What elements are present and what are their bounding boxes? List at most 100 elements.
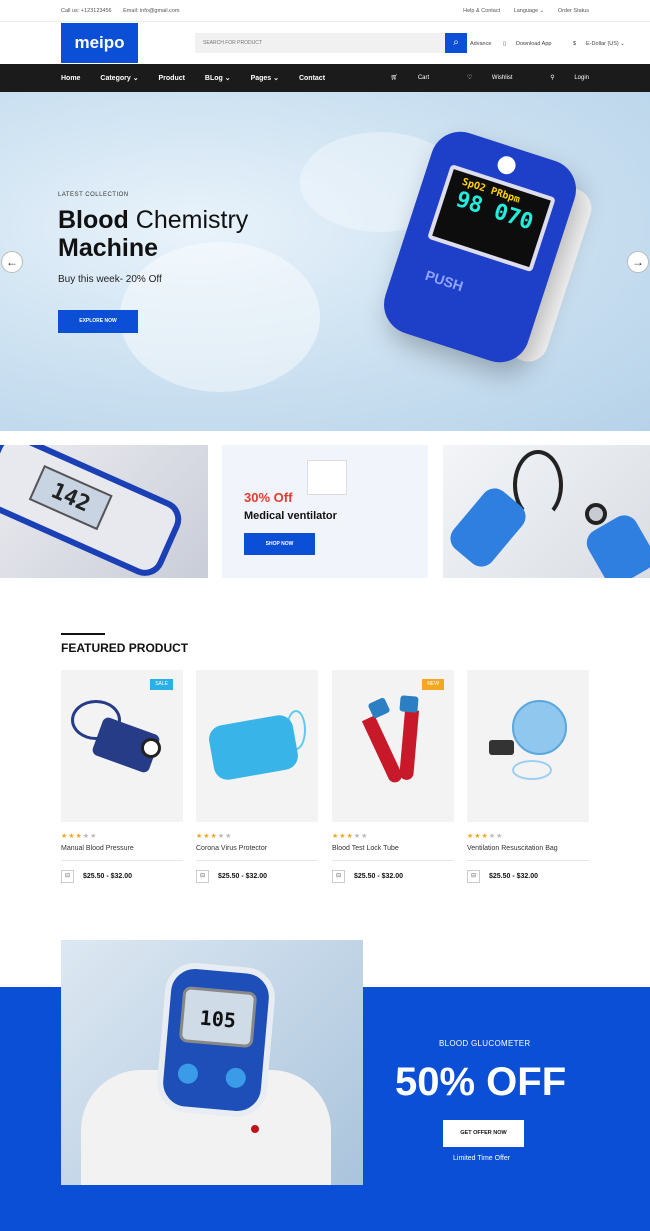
product-name[interactable]: Ventilation Resuscitation Bag <box>467 845 589 861</box>
product-card[interactable]: ★★★★★ Corona Virus Protector ⊟ $25.50 - … <box>196 670 318 884</box>
slider-next-button[interactable]: → <box>627 251 649 273</box>
rating-stars: ★★★★★ <box>332 832 454 840</box>
search-button[interactable]: ⌕ <box>445 33 467 53</box>
new-badge: NEW <box>422 679 444 690</box>
add-to-cart-button[interactable]: ⊟ <box>61 870 74 883</box>
glucometer-device: 105 <box>154 960 278 1120</box>
wishlist-label: Wishlist <box>491 75 513 81</box>
product-card[interactable]: SALE ★★★★★ Manual Blood Pressure ⊟ $25.5… <box>61 670 183 884</box>
heart-icon: ♡ <box>466 75 474 81</box>
product-price: $25.50 - $32.00 <box>218 873 268 880</box>
nav-menu: Home Category ⌄ Product BLog ⌄ Pages ⌄ C… <box>61 74 343 82</box>
cart-label: Cart <box>417 75 430 81</box>
bag-valve <box>489 740 514 755</box>
product-image[interactable]: SALE <box>61 670 183 822</box>
nav-item-home[interactable]: Home <box>61 75 80 82</box>
stethoscope-banner[interactable] <box>443 445 650 578</box>
star-icon: ★★★ <box>332 833 354 840</box>
login-link[interactable]: ⚲ Login <box>532 75 589 81</box>
slider-prev-button[interactable]: ← <box>1 251 23 273</box>
tube-cap <box>399 695 419 713</box>
test-tube <box>361 715 405 785</box>
cart-icon: ⊟ <box>470 873 477 879</box>
cart-link[interactable]: 🛒︎ Cart <box>373 75 430 81</box>
explore-now-button[interactable]: EXPLORE NOW <box>58 310 138 333</box>
arrow-right-icon: → <box>632 255 644 269</box>
product-name[interactable]: Manual Blood Pressure <box>61 845 183 861</box>
email-text: Email: info@gmail.com <box>123 8 180 14</box>
search-input[interactable] <box>195 33 445 53</box>
test-tube <box>398 709 420 781</box>
product-card[interactable]: NEW ★★★★★ Blood Test Lock Tube ⊟ $25.50 … <box>332 670 454 884</box>
banner-product-name: Medical ventilator <box>244 510 337 522</box>
price-row: ⊟ $25.50 - $32.00 <box>196 870 318 884</box>
cart-icon: ⊟ <box>64 873 71 879</box>
glucometer-button <box>224 1067 247 1089</box>
top-bar: Call us: +123123456 Email: info@gmail.co… <box>0 0 650 22</box>
product-image[interactable] <box>467 670 589 822</box>
wishlist-link[interactable]: ♡ Wishlist <box>449 75 513 81</box>
cart-icon: 🛒︎ <box>390 75 400 81</box>
add-to-cart-button[interactable]: ⊟ <box>332 870 345 883</box>
product-image[interactable]: NEW <box>332 670 454 822</box>
nav-item-pages[interactable]: Pages ⌄ <box>251 75 279 82</box>
add-to-cart-button[interactable]: ⊟ <box>196 870 209 883</box>
hero-title: Blood Chemistry Machine <box>58 206 298 262</box>
cart-icon: ⊟ <box>199 873 206 879</box>
section-title-line <box>61 633 105 635</box>
header-links: Advance ▯ Download App $ E-Dollar (US) ⌄ <box>470 41 645 47</box>
shop-now-button[interactable]: SHOP NOW <box>244 533 315 555</box>
hero-background-shape <box>120 242 320 392</box>
help-contact-link[interactable]: Help & Contact <box>463 8 500 14</box>
banner-offer: 30% Off <box>244 490 293 505</box>
dollar-icon: $ <box>572 41 577 47</box>
currency-label: E-Dollar (US) ⌄ <box>586 41 625 47</box>
order-status-link[interactable]: Order Status <box>558 8 589 14</box>
hero-slider: LATEST COLLECTION Blood Chemistry Machine… <box>0 92 650 431</box>
download-app-label: Download App <box>515 41 552 47</box>
star-empty-icon: ★★ <box>353 833 369 840</box>
star-empty-icon: ★★ <box>488 833 504 840</box>
user-icon: ⚲ <box>550 75 557 81</box>
header: meipo ⌕ Advance ▯ Download App $ E-Dollar … <box>0 22 650 64</box>
hero-title-rest: Chemistry <box>128 206 249 234</box>
phone-text: Call us: +123123456 <box>61 8 112 14</box>
nav-item-category[interactable]: Category ⌄ <box>100 75 138 82</box>
get-offer-button[interactable]: GET OFFER NOW <box>443 1120 524 1147</box>
hero-eyebrow: LATEST COLLECTION <box>58 192 129 198</box>
product-image[interactable] <box>196 670 318 822</box>
glucometer-display: 142 <box>28 464 113 531</box>
face-mask <box>206 713 301 782</box>
product-card[interactable]: ★★★★★ Ventilation Resuscitation Bag ⊟ $2… <box>467 670 589 884</box>
nav-item-contact[interactable]: Contact <box>299 75 325 82</box>
nav-item-blog[interactable]: BLog ⌄ <box>205 75 231 82</box>
bp-gauge <box>141 738 161 758</box>
add-to-cart-button[interactable]: ⊟ <box>467 870 480 883</box>
advance-link[interactable]: Advance <box>470 41 491 47</box>
download-app-link[interactable]: ▯ Download App <box>503 41 562 47</box>
nav-item-product[interactable]: Product <box>159 75 185 82</box>
rating-stars: ★★★★★ <box>196 832 318 840</box>
arrow-left-icon: ← <box>6 255 18 269</box>
featured-section-title: FEATURED PRODUCT <box>61 641 189 655</box>
sale-badge: SALE <box>150 679 173 690</box>
contact-info: Call us: +123123456 Email: info@gmail.co… <box>61 8 189 14</box>
language-dropdown[interactable]: Language ⌄ <box>514 8 545 14</box>
currency-dropdown[interactable]: $ E-Dollar (US) ⌄ <box>573 41 635 47</box>
product-price: $25.50 - $32.00 <box>354 873 404 880</box>
login-label: Login <box>574 75 589 81</box>
product-name[interactable]: Corona Virus Protector <box>196 845 318 861</box>
blood-drop <box>251 1125 259 1133</box>
price-row: ⊟ $25.50 - $32.00 <box>467 870 589 884</box>
star-icon: ★★★ <box>467 833 489 840</box>
glucometer-banner[interactable]: 142 <box>0 445 208 578</box>
star-icon: ★★★ <box>196 833 218 840</box>
hero-subtitle: Buy this week- 20% Off <box>58 274 162 285</box>
product-name[interactable]: Blood Test Lock Tube <box>332 845 454 861</box>
rating-stars: ★★★★★ <box>467 832 589 840</box>
hero-title-line2: Machine <box>58 234 159 262</box>
product-price: $25.50 - $32.00 <box>83 873 133 880</box>
top-links: Help & Contact Language ⌄ Order Status <box>451 8 589 14</box>
main-nav: Home Category ⌄ Product BLog ⌄ Pages ⌄ C… <box>0 64 650 92</box>
logo[interactable]: meipo <box>61 23 138 63</box>
